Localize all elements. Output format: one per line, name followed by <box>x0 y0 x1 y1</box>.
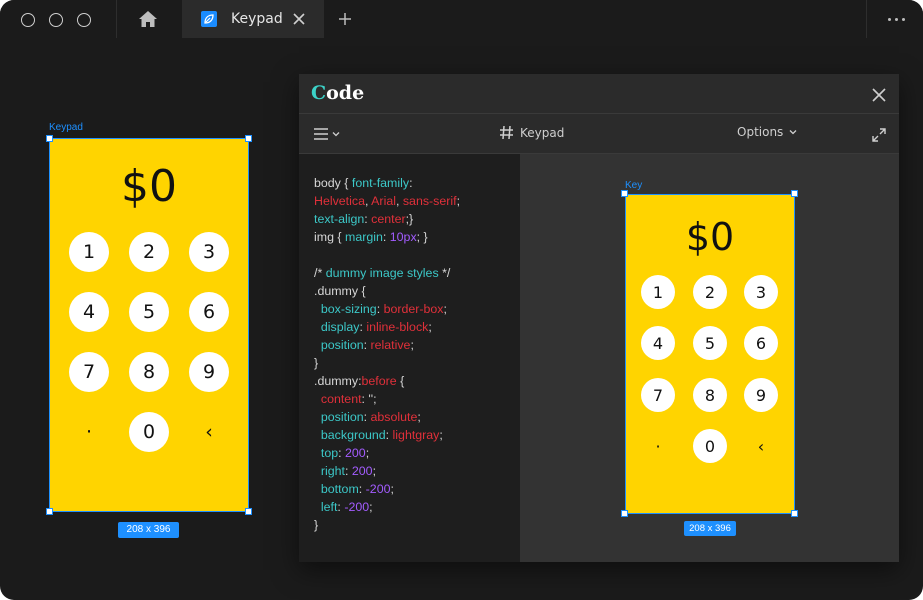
titlebar-divider <box>116 0 117 38</box>
window-close-control[interactable] <box>21 13 35 27</box>
plus-icon <box>339 13 351 25</box>
panel-header: Code <box>299 74 899 114</box>
keypad-key[interactable]: 8 <box>129 352 169 392</box>
code-content: body { font-family: Helvetica, Arial, sa… <box>314 176 461 532</box>
panel-toolbar: Keypad Options <box>299 114 899 154</box>
keypad-key[interactable]: ‹ <box>189 412 229 452</box>
options-label: Options <box>737 125 784 139</box>
keypad-key[interactable]: 6 <box>744 326 778 360</box>
size-badge: 208 x 396 <box>684 521 736 536</box>
keypad-key[interactable]: 3 <box>189 232 229 272</box>
keypad-key[interactable]: 9 <box>189 352 229 392</box>
chevron-down-icon <box>332 132 340 137</box>
keypad-key[interactable]: · <box>641 429 675 463</box>
resize-handle[interactable] <box>245 135 252 142</box>
keypad-key[interactable]: 1 <box>641 275 675 309</box>
options-dropdown[interactable]: Options <box>737 125 798 139</box>
window-maximize-control[interactable] <box>77 13 91 27</box>
tab-keypad[interactable]: Keypad <box>182 0 324 38</box>
more-options-button[interactable] <box>880 10 912 28</box>
keypad-key[interactable]: 1 <box>69 232 109 272</box>
keypad-key[interactable]: 5 <box>693 326 727 360</box>
close-icon <box>872 88 886 102</box>
amount-display: $0 <box>121 161 177 212</box>
toolbar-title-label: Keypad <box>520 125 565 140</box>
preview-keypad-frame[interactable]: $0 1 2 3 4 5 6 7 8 9 · 0 ‹ <box>625 194 795 514</box>
keypad-key[interactable]: 6 <box>189 292 229 332</box>
resize-handle[interactable] <box>791 510 798 517</box>
title-bar: Keypad <box>0 0 923 38</box>
window-minimize-control[interactable] <box>49 13 63 27</box>
tab-label: Keypad <box>231 11 283 27</box>
menu-button[interactable] <box>313 126 343 142</box>
keypad-key[interactable]: 0 <box>129 412 169 452</box>
resize-handle[interactable] <box>46 135 53 142</box>
frame-label[interactable]: Keypad <box>49 122 83 133</box>
keypad-key[interactable]: 9 <box>744 378 778 412</box>
keypad-key[interactable]: 2 <box>693 275 727 309</box>
resize-handle[interactable] <box>621 190 628 197</box>
toolbar-title: Keypad <box>499 125 564 140</box>
home-button[interactable] <box>118 0 178 38</box>
resize-handle[interactable] <box>791 190 798 197</box>
close-icon <box>293 13 305 25</box>
keypad-key[interactable]: 4 <box>69 292 109 332</box>
code-panel: Code Keypad Options body {font-family: … <box>299 74 899 562</box>
more-dots-icon <box>887 17 905 21</box>
resize-handle[interactable] <box>621 510 628 517</box>
titlebar-divider <box>866 0 867 38</box>
panel-close-button[interactable] <box>872 87 886 102</box>
size-badge: 208 x 396 <box>118 522 179 538</box>
keypad-key[interactable]: 4 <box>641 326 675 360</box>
keypad-key[interactable]: 0 <box>693 429 727 463</box>
expand-button[interactable] <box>872 127 886 142</box>
expand-icon <box>872 128 886 142</box>
leaf-icon <box>201 11 217 27</box>
keypad-key[interactable]: 7 <box>69 352 109 392</box>
new-tab-button[interactable] <box>336 10 354 28</box>
home-icon <box>139 11 157 27</box>
keypad-key[interactable]: ‹ <box>744 429 778 463</box>
keypad-key[interactable]: 5 <box>129 292 169 332</box>
code-editor[interactable]: body { font-family: Helvetica, Arial, sa… <box>299 154 520 562</box>
keypad-frame[interactable]: $0 1 2 3 4 5 6 7 8 9 · 0 ‹ <box>49 138 249 512</box>
chevron-down-icon <box>789 130 797 135</box>
resize-handle[interactable] <box>46 508 53 515</box>
panel-title: Code <box>311 82 365 104</box>
keypad-key[interactable]: 8 <box>693 378 727 412</box>
keypad-key[interactable]: 7 <box>641 378 675 412</box>
keypad-key[interactable]: 3 <box>744 275 778 309</box>
preview-pane: Key $0 1 2 3 4 5 6 7 8 9 · 0 ‹ 208 x 396 <box>520 154 899 562</box>
hash-icon <box>500 125 513 140</box>
keypad-key[interactable]: · <box>69 412 109 452</box>
app-window: Keypad Keypad $0 1 2 3 4 5 6 7 8 9 · 0 ‹ 208 x 396 … <box>0 0 923 600</box>
tab-close-button[interactable] <box>290 10 308 28</box>
hamburger-menu-icon <box>314 128 328 140</box>
resize-handle[interactable] <box>245 508 252 515</box>
amount-display: $0 <box>685 215 735 259</box>
keypad-key[interactable]: 2 <box>129 232 169 272</box>
